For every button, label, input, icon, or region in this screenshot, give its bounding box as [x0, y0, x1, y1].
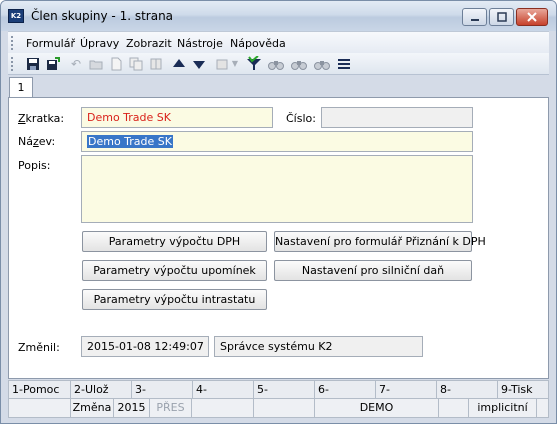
fkey-9-tisk[interactable]: 9-Tisk	[498, 381, 549, 398]
resize-grip[interactable]	[537, 399, 549, 417]
status-empty-2	[192, 399, 254, 417]
app-icon: K2	[8, 9, 24, 23]
menu-napoveda[interactable]: Nápověda	[230, 37, 286, 50]
menu-bar: Formulář Úpravy Zobrazit Nástroje Nápově…	[8, 31, 549, 53]
menu-upravy[interactable]: Úpravy	[80, 37, 119, 50]
options-icon[interactable]	[214, 56, 230, 72]
status-company: DEMO	[315, 399, 439, 417]
status-empty-3	[254, 399, 315, 417]
minimize-icon	[470, 19, 479, 21]
nastaveni-priznani-button[interactable]: Nastavení pro formulář Přiznání k DPH	[274, 231, 486, 252]
fkey-1-pomoc[interactable]: 1-Pomoc	[9, 381, 71, 398]
parametry-dph-button[interactable]: Parametry výpočtu DPH	[82, 231, 267, 252]
popis-textarea[interactable]	[81, 155, 473, 223]
save-as-icon[interactable]	[45, 56, 61, 72]
chevron-down-icon[interactable]: ▼	[230, 56, 240, 72]
status-mode: Změna	[71, 399, 114, 417]
popis-label: Popis:	[18, 159, 51, 172]
status-empty-4	[439, 399, 469, 417]
nazev-field[interactable]: Demo Trade SK	[81, 131, 473, 152]
save-icon[interactable]	[25, 56, 41, 72]
binoculars-next-icon[interactable]	[291, 56, 307, 72]
form-panel: Zkratka: Demo Trade SK Číslo: Název: Dem…	[8, 97, 549, 379]
status-default: implicitní	[469, 399, 537, 417]
toolbar: ↶ ▼	[8, 53, 549, 75]
menubar-grip[interactable]	[11, 36, 14, 50]
undo-icon[interactable]: ↶	[68, 56, 84, 72]
status-empty-1	[9, 399, 71, 417]
copy-document-icon[interactable]	[128, 56, 144, 72]
title-bar[interactable]: K2 Člen skupiny - 1. strana	[1, 1, 556, 31]
minimize-button[interactable]	[462, 8, 487, 26]
menu-formular[interactable]: Formulář	[26, 37, 75, 50]
function-keys-bar: 1-Pomoc 2-Ulož 3- 4- 5- 6- 7- 8- 9-Tisk	[8, 380, 549, 399]
zkratka-label: Zkratka:	[18, 112, 65, 125]
zkratka-field[interactable]: Demo Trade SK	[81, 107, 273, 128]
arrow-up-icon[interactable]	[171, 56, 187, 72]
nastaveni-silnicni-button[interactable]: Nastavení pro silniční daň	[274, 260, 472, 281]
window-title: Člen skupiny - 1. strana	[31, 9, 174, 23]
status-bar: Změna 2015 PŘES DEMO implicitní	[8, 399, 549, 418]
status-year: 2015	[114, 399, 150, 417]
fkey-3[interactable]: 3-	[132, 381, 193, 398]
fkey-7[interactable]: 7-	[376, 381, 437, 398]
open-folder-icon[interactable]	[88, 56, 104, 72]
book-icon[interactable]	[148, 56, 164, 72]
zmenil-label: Změnil:	[18, 341, 60, 354]
main-window: K2 Člen skupiny - 1. strana Formulář Úpr…	[0, 0, 557, 424]
nazev-selected-text: Demo Trade SK	[87, 135, 173, 148]
close-icon	[527, 12, 537, 22]
arrow-down-icon[interactable]	[191, 56, 207, 72]
cislo-field[interactable]	[321, 107, 473, 128]
menu-nastroje[interactable]: Nástroje	[177, 37, 223, 50]
tab-1[interactable]: 1	[9, 77, 33, 98]
binoculars-prev-icon[interactable]	[314, 56, 330, 72]
parametry-intrastatu-button[interactable]: Parametry výpočtu intrastatu	[82, 289, 267, 310]
fkey-6[interactable]: 6-	[315, 381, 376, 398]
status-insert-mode: PŘES	[150, 399, 192, 417]
binoculars-icon[interactable]	[268, 56, 284, 72]
tab-bar: 1	[8, 77, 549, 98]
fkey-2-uloz[interactable]: 2-Ulož	[71, 381, 132, 398]
zmenil-timestamp: 2015-01-08 12:49:07	[81, 336, 209, 357]
menu-zobrazit[interactable]: Zobrazit	[126, 37, 172, 50]
zmenil-user: Správce systému K2	[214, 336, 423, 357]
parametry-upominek-button[interactable]: Parametry výpočtu upomínek	[82, 260, 267, 281]
maximize-icon	[496, 12, 507, 22]
close-button[interactable]	[516, 8, 548, 26]
fkey-5[interactable]: 5-	[254, 381, 315, 398]
nazev-label: Název:	[18, 135, 56, 148]
menu-lines-icon[interactable]	[336, 56, 352, 72]
fkey-8[interactable]: 8-	[437, 381, 498, 398]
toolbar-grip[interactable]	[11, 57, 14, 71]
cislo-label: Číslo:	[286, 112, 316, 125]
new-document-icon[interactable]	[108, 56, 124, 72]
maximize-button[interactable]	[489, 8, 514, 26]
filter-check-icon[interactable]	[246, 56, 262, 72]
fkey-4[interactable]: 4-	[193, 381, 254, 398]
